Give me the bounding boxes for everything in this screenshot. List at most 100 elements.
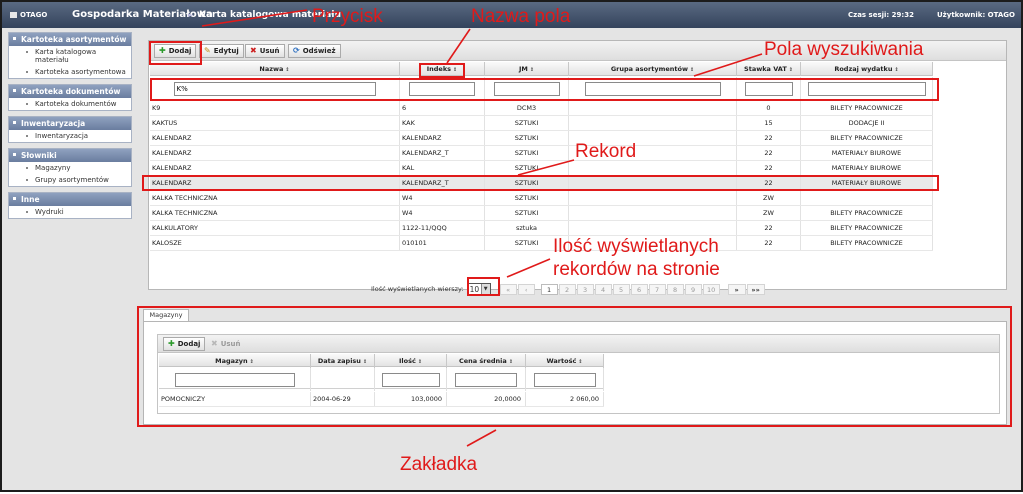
- filter-group-input[interactable]: [584, 81, 721, 96]
- column-header-group[interactable]: Grupa asortymentów ⇕: [569, 62, 737, 76]
- rows-per-page-label: Ilość wyświetlanych wierszy:: [371, 285, 464, 293]
- sub-add-button[interactable]: ✚ Dodaj: [163, 337, 206, 351]
- page-button[interactable]: 8: [666, 283, 684, 295]
- column-header-expense-type[interactable]: Rodzaj wydatku ⇕: [801, 62, 933, 76]
- edit-icon: ✎: [204, 46, 211, 55]
- cell-name: KALKA TECHNICZNA: [150, 191, 400, 205]
- filter-quantity-input[interactable]: [381, 372, 440, 387]
- page-button[interactable]: 5: [612, 283, 630, 295]
- page-button[interactable]: 10: [702, 283, 720, 295]
- filter-vat-input[interactable]: [744, 81, 793, 96]
- column-header-vat[interactable]: Stawka VAT ⇕: [737, 62, 801, 76]
- sub-delete-button[interactable]: ✖ Usuń: [206, 337, 246, 351]
- app-window: OTAGO Gospodarka Materiałowa ► Karta kat…: [0, 0, 1023, 492]
- column-header-date[interactable]: Data zapisu ⇕: [311, 354, 375, 368]
- sidebar-item-assortment-groups[interactable]: Grupy asortymentów: [9, 174, 131, 186]
- edit-button[interactable]: ✎ Edytuj: [199, 44, 244, 58]
- column-header-value[interactable]: Wartość ⇕: [526, 354, 604, 368]
- filter-value-input[interactable]: [533, 372, 596, 387]
- plus-icon: ✚: [168, 339, 175, 348]
- table-row[interactable]: KALENDARZ KAL SZTUKI 22 MATERIAŁY BIUROWE: [150, 161, 933, 176]
- column-header-name[interactable]: Nazwa ⇕: [150, 62, 400, 76]
- sort-icon: ⇕: [508, 359, 514, 365]
- cell-expense-type: BILETY PRACOWNICZE: [801, 101, 933, 115]
- filter-cell: [150, 77, 400, 100]
- table-row[interactable]: KALENDARZ KALENDARZ SZTUKI 22 BILETY PRACOWN…: [150, 131, 933, 146]
- sidebar-item-printouts[interactable]: Wydruki: [9, 206, 131, 218]
- sidebar-item-warehouses[interactable]: Magazyny: [9, 162, 131, 174]
- last-page-button[interactable]: »»: [746, 283, 765, 295]
- filter-expense-input[interactable]: [807, 81, 926, 96]
- filter-cell: [569, 77, 737, 100]
- table-row[interactable]: KALOSZE 010101 SZTUKI 22 BILETY PRACOWNICZE: [150, 236, 933, 251]
- sort-icon: ⇕: [453, 67, 458, 73]
- cell-name: KALENDARZ: [150, 131, 400, 145]
- column-header-unit[interactable]: JM ⇕: [485, 62, 569, 76]
- page-button[interactable]: 4: [594, 283, 612, 295]
- table-row[interactable]: KALENDARZ KALENDARZ_T SZTUKI 22 MATERIAŁY BI…: [150, 176, 933, 191]
- prev-page-button[interactable]: ‹: [517, 283, 535, 295]
- refresh-button[interactable]: ⟳ Odśwież: [288, 44, 341, 58]
- cell-name: KAKTUS: [150, 116, 400, 130]
- page-button[interactable]: 1: [540, 283, 558, 295]
- tab-warehouses[interactable]: Magazyny: [143, 309, 189, 321]
- sidebar-section-header[interactable]: Kartoteka asortymentów: [9, 33, 131, 46]
- sidebar-section-header[interactable]: Kartoteka dokumentów: [9, 85, 131, 98]
- column-header-quantity[interactable]: Ilość ⇕: [375, 354, 447, 368]
- sidebar: Kartoteka asortymentów Karta katalogowa …: [8, 32, 132, 224]
- page-button[interactable]: 2: [558, 283, 576, 295]
- sidebar-item-inventory[interactable]: Inwentaryzacja: [9, 130, 131, 142]
- page-button[interactable]: 3: [576, 283, 594, 295]
- cell-unit: SZTUKI: [485, 116, 569, 130]
- cell-group: [569, 191, 737, 205]
- annotation-label-tab: Zakładka: [400, 454, 478, 475]
- first-page-button[interactable]: «: [499, 283, 517, 295]
- column-header-index[interactable]: Indeks ⇕: [400, 62, 485, 76]
- page-button[interactable]: 6: [630, 283, 648, 295]
- table-row[interactable]: POMOCNICZY 2004-06-29 103,0000 20,0000 2…: [159, 392, 604, 407]
- pager: Ilość wyświetlanych wierszy: 10 ▼ « ‹ 123…: [371, 282, 765, 296]
- sub-toolbar: ✚ Dodaj ✖ Usuń: [158, 335, 999, 353]
- rows-per-page-select[interactable]: 10 ▼: [466, 282, 491, 296]
- cell-vat: 22: [737, 176, 801, 190]
- cell-index: W4: [400, 191, 485, 205]
- add-button[interactable]: ✚ Dodaj: [154, 44, 197, 58]
- sidebar-item-documents[interactable]: Kartoteka dokumentów: [9, 98, 131, 110]
- cell-name: KALKA TECHNICZNA: [150, 206, 400, 220]
- page-button[interactable]: 9: [684, 283, 702, 295]
- cell-index: KAL: [400, 161, 485, 175]
- annotation-label-rows-line1: Ilość wyświetlanych: [553, 236, 719, 257]
- sidebar-section-dictionaries: Słowniki Magazyny Grupy asortymentów: [8, 148, 132, 187]
- sidebar-item-catalog-card[interactable]: Karta katalogowa materiału: [9, 46, 131, 66]
- cell-expense-type: [801, 191, 933, 205]
- sort-icon: ⇕: [529, 67, 535, 73]
- sidebar-section-other: Inne Wydruki: [8, 192, 132, 219]
- cell-group: [569, 116, 737, 130]
- table-row[interactable]: KALKULATORY 1122-11/QQQ sztuka 22 BILETY PRA…: [150, 221, 933, 236]
- table-row[interactable]: KAKTUS KAK SZTUKI 15 DODACJE II: [150, 116, 933, 131]
- filter-index-input[interactable]: [409, 81, 475, 96]
- sidebar-section-header[interactable]: Słowniki: [9, 149, 131, 162]
- next-page-button[interactable]: »: [727, 283, 746, 295]
- table-row[interactable]: KALKA TECHNICZNA W4 SZTUKI ZW BILETY PRACOWN…: [150, 206, 933, 221]
- cell-name: KALOSZE: [150, 236, 400, 250]
- filter-warehouse-input[interactable]: [174, 372, 295, 387]
- sidebar-item-assortment-file[interactable]: Kartoteka asortymentowa: [9, 66, 131, 78]
- column-header-avg-price[interactable]: Cena średnia ⇕: [447, 354, 526, 368]
- cell-vat: 22: [737, 131, 801, 145]
- table-row[interactable]: KALKA TECHNICZNA W4 SZTUKI ZW: [150, 191, 933, 206]
- filter-unit-input[interactable]: [493, 81, 560, 96]
- table-row[interactable]: KALENDARZ KALENDARZ_T SZTUKI 22 MATERIAŁY BI…: [150, 146, 933, 161]
- cell-expense-type: BILETY PRACOWNICZE: [801, 221, 933, 235]
- column-header-warehouse[interactable]: Magazyn ⇕: [159, 354, 311, 368]
- delete-button[interactable]: ✖ Usuń: [245, 44, 285, 58]
- filter-avg-price-input[interactable]: [455, 372, 517, 387]
- table-row[interactable]: K9 6 DCM3 0 BILETY PRACOWNICZE: [150, 101, 933, 116]
- sidebar-section-header[interactable]: Inwentaryzacja: [9, 117, 131, 130]
- filter-name-input[interactable]: [173, 81, 376, 96]
- sidebar-section-header[interactable]: Inne: [9, 193, 131, 206]
- page-button[interactable]: 7: [648, 283, 666, 295]
- cell-expense-type: MATERIAŁY BIUROWE: [801, 176, 933, 190]
- cell-avg-price: 20,0000: [447, 392, 526, 406]
- cell-date: 2004-06-29: [311, 392, 375, 406]
